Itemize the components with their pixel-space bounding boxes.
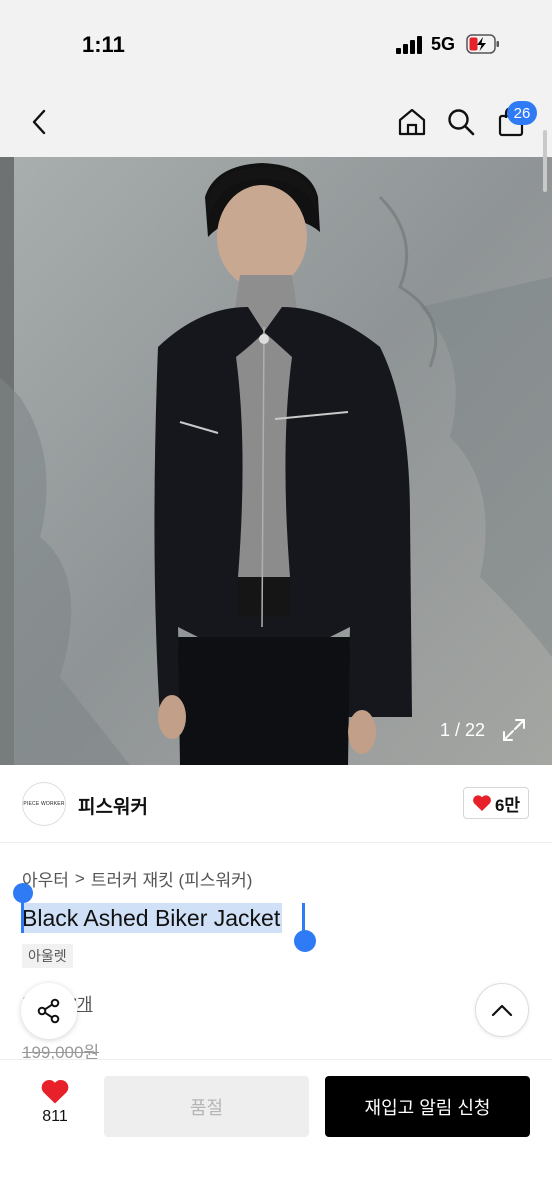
product-title: Black Ashed Biker Jacket [22,903,283,933]
product-photo [0,157,552,765]
breadcrumb-separator: > [74,868,85,888]
selection-start-handle[interactable] [13,883,33,903]
outlet-tag: 아울렛 [22,944,73,968]
wishlist-button[interactable]: 811 [30,1078,80,1134]
brand-row[interactable]: PIECE WORKER 피스워커 6만 [0,765,552,843]
breadcrumb-subcategory[interactable]: 트러커 재킷 (피스워커) [91,866,253,891]
battery-charging-icon [466,34,499,54]
soldout-button[interactable]: 품절 [104,1076,309,1137]
restock-notify-button[interactable]: 재입고 알림 신청 [325,1076,530,1137]
brand-name[interactable]: 피스워커 [78,792,148,819]
selection-end-handle[interactable] [294,930,316,952]
home-button[interactable] [392,102,432,142]
scroll-indicator [543,130,547,192]
heart-icon [41,1079,69,1104]
chevron-left-icon [32,109,46,135]
scroll-top-button[interactable] [475,983,529,1037]
back-button[interactable] [20,102,60,142]
status-time: 1:11 [82,32,125,57]
home-icon [398,108,426,136]
search-icon [448,109,475,136]
network-type: 5G [431,34,456,54]
search-button[interactable] [441,102,481,142]
nav-bar [0,90,552,157]
share-icon [37,998,60,1024]
image-counter: 1 / 22 [440,720,486,740]
product-image[interactable] [0,157,552,765]
brand-like-button[interactable]: 6만 [463,787,529,819]
expand-icon [503,719,525,741]
brand-like-count: 6만 [494,795,521,815]
status-bar: 1:11 5G [0,0,552,90]
expand-button[interactable] [500,716,528,744]
breadcrumb: 아우터 > 트러커 재킷 (피스워커) [22,866,252,891]
cart-count-badge: 26 [507,101,537,125]
heart-icon [473,795,491,811]
brand-logo-text: PIECE WORKER [23,801,65,807]
share-button[interactable] [21,983,77,1039]
brand-logo[interactable]: PIECE WORKER [22,782,66,826]
signal-icon [396,36,424,54]
chevron-up-icon [491,1004,513,1017]
wishlist-count: 811 [42,1108,68,1125]
